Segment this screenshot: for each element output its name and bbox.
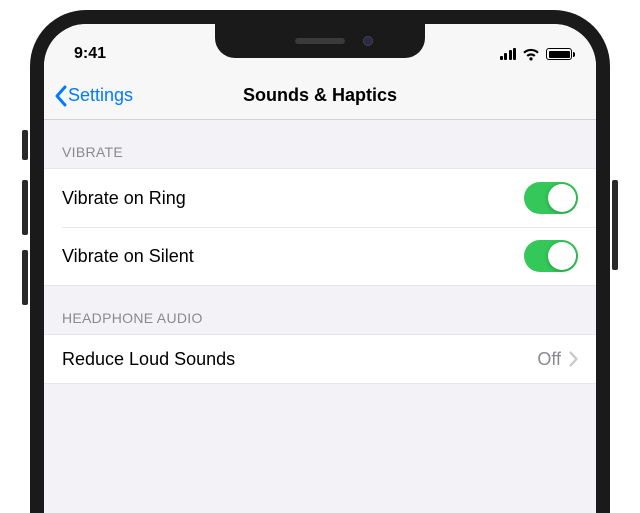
section-header-vibrate: VIBRATE [44,120,596,168]
section-header-headphone-audio: HEADPHONE AUDIO [44,286,596,334]
status-icons [500,48,573,61]
vibrate-group: Vibrate on Ring Vibrate on Silent [44,168,596,286]
volume-up-button[interactable] [22,180,28,235]
row-reduce-loud-sounds[interactable]: Reduce Loud Sounds Off [44,335,596,383]
back-label: Settings [68,85,133,106]
row-vibrate-on-ring: Vibrate on Ring [44,169,596,227]
cellular-signal-icon [500,48,517,60]
settings-content: VIBRATE Vibrate on Ring Vibrate on Silen… [44,120,596,384]
row-vibrate-on-silent: Vibrate on Silent [44,227,596,285]
front-camera [363,36,373,46]
power-button[interactable] [612,180,618,270]
row-label: Vibrate on Silent [62,246,194,267]
wifi-icon [522,48,540,61]
toggle-vibrate-on-ring[interactable] [524,182,578,214]
device-frame: 9:41 [30,10,610,513]
row-label: Reduce Loud Sounds [62,349,235,370]
row-label: Vibrate on Ring [62,188,186,209]
chevron-right-icon [569,351,578,367]
toggle-vibrate-on-silent[interactable] [524,240,578,272]
battery-icon [546,48,572,60]
volume-down-button[interactable] [22,250,28,305]
back-button[interactable]: Settings [44,85,133,107]
speaker-grille [295,38,345,44]
nav-bar: Settings Sounds & Haptics [44,72,596,120]
row-value: Off [537,349,561,370]
status-time: 9:41 [74,45,106,63]
notch [215,24,425,58]
chevron-left-icon [54,85,68,107]
headphone-audio-group: Reduce Loud Sounds Off [44,334,596,384]
mute-switch[interactable] [22,130,28,160]
